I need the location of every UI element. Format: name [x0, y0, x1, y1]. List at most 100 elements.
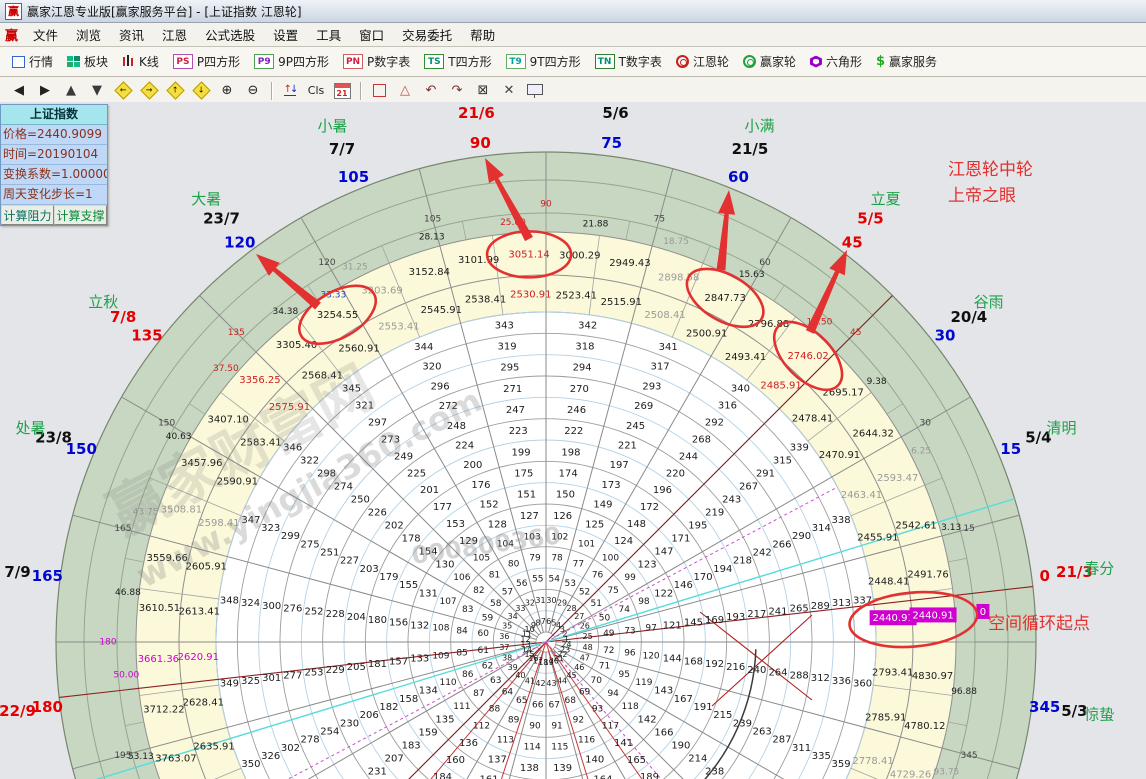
calendar-button[interactable]: 21 [330, 79, 354, 102]
spiral-number: 6 [546, 617, 551, 626]
percent-ring-value: 3.13 [941, 523, 961, 533]
toolbar-item-赢家轮[interactable]: 赢家轮 [736, 50, 803, 73]
toolbar-item-赢家服务[interactable]: $赢家服务 [869, 50, 944, 73]
toolbar-item-9P四方形[interactable]: P99P四方形 [247, 50, 336, 73]
spiral-number: 224 [455, 441, 474, 452]
menu-item-3[interactable]: 资讯 [110, 24, 153, 45]
spiral-number: 149 [593, 500, 612, 511]
spiral-number: 338 [831, 515, 850, 526]
solar-term-label: 大暑 [191, 190, 221, 208]
spiral-number: 193 [726, 612, 745, 623]
spiral-number: 204 [347, 612, 366, 623]
spiral-number: 70 [591, 676, 603, 686]
spiral-number: 317 [650, 362, 669, 373]
prev-button[interactable]: ◀ [7, 79, 31, 102]
spiral-number: 228 [326, 609, 345, 620]
box-x-button[interactable]: ⊠ [471, 79, 495, 102]
collapse-button[interactable]: ✕ [497, 79, 521, 102]
spiral-number: 176 [471, 480, 490, 491]
square-tool-button[interactable] [367, 79, 391, 102]
cycle-start-value: 2440.91 [912, 610, 953, 621]
spiral-number: 313 [832, 598, 851, 609]
step-down-button[interactable]: ↓ [189, 79, 213, 102]
triangle-tool-button[interactable]: △ [393, 79, 417, 102]
spiral-number: 99 [624, 573, 636, 583]
spiral-number: 189 [640, 772, 659, 779]
toolbar-label: 9T四方形 [530, 53, 581, 70]
time-updown-button[interactable]: ↑↓ [278, 79, 302, 102]
outer-degree-label: 120 [224, 233, 255, 251]
hexagon-icon [810, 56, 822, 68]
spiral-number: 164 [593, 774, 612, 779]
menu-item-6[interactable]: 设置 [264, 24, 307, 45]
toolbar-item-六角形[interactable]: 六角形 [803, 50, 869, 73]
toolbar-item-板块[interactable]: 板块 [60, 50, 115, 73]
rotate-ccw-button[interactable]: ↶ [419, 79, 443, 102]
next-button[interactable]: ▶ [33, 79, 57, 102]
menu-item-8[interactable]: 窗口 [350, 24, 393, 45]
cls-button[interactable]: Cls [304, 79, 328, 102]
zoom-out-button[interactable]: ⊖ [241, 79, 265, 102]
spiral-number: 299 [281, 531, 300, 542]
toolbar-item-T四方形[interactable]: TST四方形 [417, 50, 498, 73]
winner-wheel-icon [743, 55, 756, 68]
chart-area[interactable]: 1234567891011121314151617181920212223242… [0, 102, 1146, 779]
toolbar-label: P数字表 [367, 53, 410, 70]
calendar-icon: 21 [334, 83, 351, 99]
spiral-number: 62 [482, 662, 493, 672]
spiral-number: 91 [551, 721, 562, 731]
price-ring-value: 2553.41 [378, 322, 419, 333]
spiral-number: 191 [694, 702, 713, 713]
spiral-number: 75 [607, 586, 618, 596]
spiral-number: 119 [635, 678, 652, 688]
degree-ring-label: 180 [99, 638, 116, 648]
spiral-number: 316 [718, 401, 737, 412]
spiral-number: 157 [389, 656, 408, 667]
spiral-number: 295 [500, 363, 519, 374]
price-ring-value: 2491.76 [907, 570, 948, 581]
toolbar-item-P四方形[interactable]: PSP四方形 [166, 50, 247, 73]
zoom-in-button[interactable]: ⊕ [215, 79, 239, 102]
price-ring-value: 3305.40 [276, 340, 317, 351]
rotate-right-step-button[interactable]: → [137, 79, 161, 102]
spiral-number: 278 [301, 735, 320, 746]
menu-item-2[interactable]: 浏览 [67, 24, 110, 45]
menu-item-4[interactable]: 江恩 [153, 24, 196, 45]
page-down-button[interactable]: ▼ [85, 79, 109, 102]
spiral-number: 137 [488, 755, 507, 766]
menu-item-10[interactable]: 帮助 [461, 24, 504, 45]
toolbar-item-9T四方形[interactable]: T99T四方形 [499, 50, 588, 73]
outer-date-label: 5/6 [602, 104, 628, 122]
toolbar-item-T数字表[interactable]: TNT数字表 [588, 50, 669, 73]
spiral-number: 343 [495, 320, 514, 331]
calc-support-button[interactable]: 计算支撑 [54, 205, 107, 225]
menu-item-1[interactable]: 文件 [24, 24, 67, 45]
spiral-number: 155 [399, 580, 418, 591]
gann-wheel[interactable]: 1234567891011121314151617181920212223242… [0, 102, 1146, 779]
toolbar-item-行情[interactable]: 行情 [5, 50, 60, 73]
spiral-number: 349 [220, 679, 239, 690]
menu-item-7[interactable]: 工具 [307, 24, 350, 45]
spiral-number: 311 [792, 743, 811, 754]
degree-ring-label: 195 [114, 751, 131, 761]
toolbar-label: 板块 [84, 53, 108, 70]
toolbar-item-K线[interactable]: K线 [115, 50, 166, 73]
presentation-button[interactable] [523, 79, 547, 102]
page-up-button[interactable]: ▲ [59, 79, 83, 102]
toolbar-item-江恩轮[interactable]: 江恩轮 [669, 50, 736, 73]
spiral-number: 245 [626, 421, 645, 432]
menu-item-9[interactable]: 交易委托 [393, 24, 461, 45]
rotate-cw-button[interactable]: ↷ [445, 79, 469, 102]
spiral-number: 170 [694, 572, 713, 583]
rotate-left-step-button[interactable]: ← [111, 79, 135, 102]
spiral-number: 161 [480, 774, 499, 779]
price-ring-value: 2455.91 [857, 532, 898, 543]
spiral-number: 341 [659, 342, 678, 353]
toolbar-item-P数字表[interactable]: PNP数字表 [336, 50, 417, 73]
menu-item-5[interactable]: 公式选股 [196, 24, 264, 45]
spiral-number: 52 [579, 587, 590, 597]
calc-resistance-button[interactable]: 计算阻力 [1, 205, 54, 225]
toolbar-label: 六角形 [826, 53, 862, 70]
step-up-button[interactable]: ↑ [163, 79, 187, 102]
price-ring-value: 2635.91 [193, 742, 234, 753]
